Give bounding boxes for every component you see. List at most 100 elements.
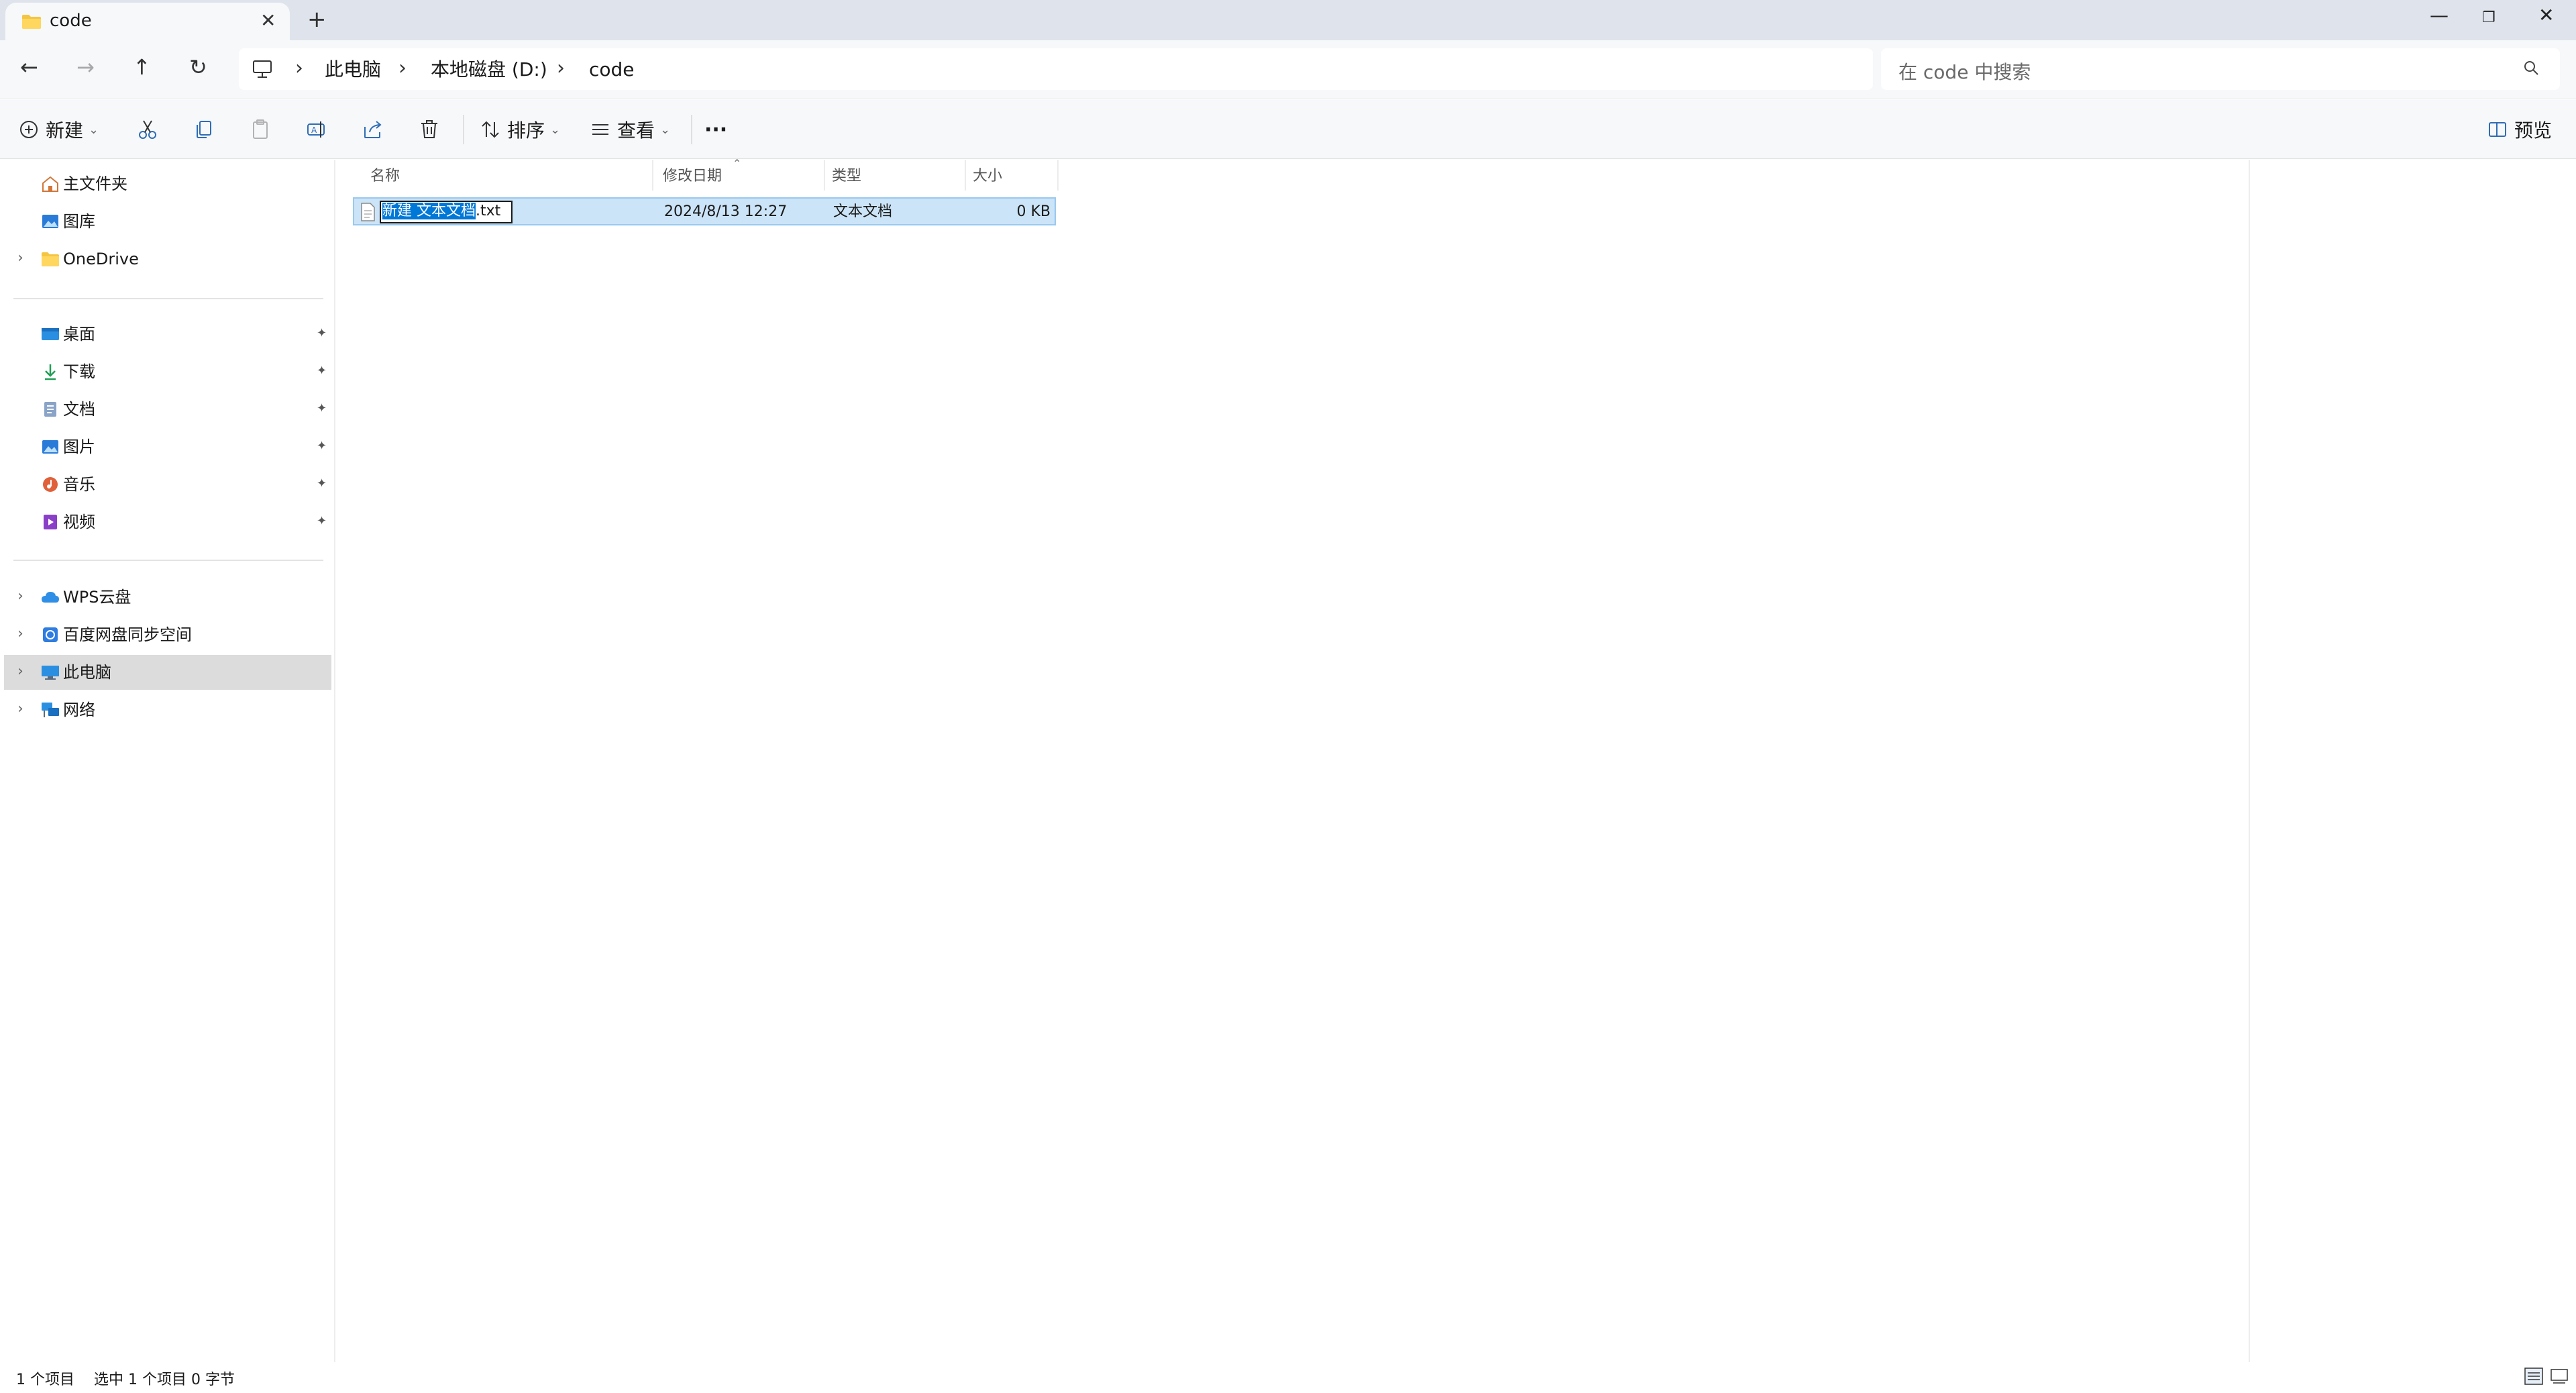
minimize-button[interactable]: — (2430, 4, 2449, 27)
breadcrumb-code[interactable]: code (589, 58, 635, 82)
scissors-icon (139, 120, 156, 139)
sidebar-item-onedrive[interactable]: › OneDrive (4, 242, 331, 276)
cloud-icon (42, 592, 59, 603)
large-icons-view-icon[interactable] (2549, 1366, 2569, 1386)
trash-icon (421, 120, 437, 138)
copy-button[interactable] (193, 116, 215, 143)
gallery-icon (42, 215, 58, 228)
cut-button[interactable] (137, 116, 158, 143)
sidebar-item-downloads[interactable]: 下载 ✦ (4, 354, 331, 389)
details-view-icon[interactable] (2524, 1366, 2544, 1386)
file-list: 名称 ⌃ 修改日期 类型 大小 新建 文本文档.txt 2024/8/13 12… (337, 157, 2249, 1362)
chevron-down-icon: ⌄ (550, 122, 561, 137)
paste-button[interactable] (250, 116, 271, 143)
sidebar-item-label: 此电脑 (63, 663, 111, 682)
new-label: 新建 (46, 119, 84, 142)
baidu-sync-icon (43, 627, 58, 642)
pin-icon[interactable]: ✦ (317, 364, 327, 378)
videos-icon (44, 515, 57, 529)
pin-icon[interactable]: ✦ (317, 514, 327, 528)
delete-button[interactable] (419, 116, 440, 143)
sidebar-item-home[interactable]: 主文件夹 (4, 166, 331, 201)
sidebar-item-videos[interactable]: 视频 ✦ (4, 505, 331, 539)
breadcrumb-drive-d[interactable]: 本地磁盘 (D:) (431, 58, 547, 82)
sort-button[interactable]: 排序 ⌄ (480, 116, 560, 143)
close-button[interactable]: ✕ (2538, 4, 2554, 27)
preview-pane (2249, 160, 2576, 1362)
column-separator[interactable] (652, 160, 653, 191)
sidebar-item-label: 主文件夹 (63, 174, 127, 193)
sidebar-item-wps-cloud[interactable]: › WPS云盘 (4, 580, 331, 615)
forward-button[interactable]: → (76, 54, 95, 81)
table-row[interactable]: 新建 文本文档.txt 2024/8/13 12:27 文本文档 0 KB (353, 197, 1056, 225)
column-header-type[interactable]: 类型 (832, 164, 861, 185)
pin-icon[interactable]: ✦ (317, 476, 327, 491)
address-row: ← → ↑ ↻ › 此电脑 › 本地磁盘 (D:) › code 在 code … (0, 40, 2576, 99)
column-separator[interactable] (965, 160, 966, 191)
sidebar-item-network[interactable]: › 网络 (4, 692, 331, 727)
status-bar: 1 个项目 选中 1 个项目 0 字节 (0, 1362, 2576, 1393)
expand-chevron-icon[interactable]: › (17, 588, 23, 605)
rename-button[interactable]: A (306, 116, 327, 143)
computer-icon (253, 60, 272, 78)
navigation-pane: 主文件夹 图库 › OneDrive 桌面 ✦ 下载 ✦ 文档 ✦ 图片 ✦ 音… (0, 160, 335, 1362)
pin-icon[interactable]: ✦ (317, 401, 327, 415)
sidebar-item-desktop[interactable]: 桌面 ✦ (4, 317, 331, 352)
item-count: 1 个项目 (16, 1372, 74, 1388)
sidebar-item-this-pc[interactable]: › 此电脑 (4, 655, 331, 690)
column-separator[interactable] (824, 160, 825, 191)
expand-chevron-icon[interactable]: › (17, 701, 23, 718)
rename-selected-text: 新建 文本文档 (382, 203, 476, 219)
toolbar-divider (691, 115, 692, 144)
sort-indicator-icon: ⌃ (733, 157, 742, 170)
sidebar-item-documents[interactable]: 文档 ✦ (4, 392, 331, 427)
expand-chevron-icon[interactable]: › (17, 663, 23, 680)
breadcrumb-separator: › (295, 56, 303, 80)
sidebar-item-label: 音乐 (63, 475, 95, 494)
view-label: 查看 (617, 119, 655, 142)
title-bar: code ✕ + — ❐ ✕ (0, 0, 2576, 40)
view-button[interactable]: 查看 ⌄ (590, 116, 670, 143)
more-options-button[interactable]: ··· (704, 116, 727, 143)
search-icon (2524, 61, 2538, 75)
sidebar-item-label: OneDrive (63, 250, 139, 268)
tab-close-button[interactable]: ✕ (260, 11, 276, 31)
pin-icon[interactable]: ✦ (317, 439, 327, 453)
new-tab-button[interactable]: + (307, 8, 327, 31)
sort-icon (482, 121, 499, 138)
new-button[interactable]: 新建 ⌄ (19, 116, 99, 143)
expand-chevron-icon[interactable]: › (17, 250, 23, 267)
address-bar[interactable]: › 此电脑 › 本地磁盘 (D:) › code (239, 48, 1873, 90)
search-input[interactable]: 在 code 中搜索 (1881, 48, 2560, 90)
rename-extension: .txt (476, 203, 501, 219)
modified-cell: 2024/8/13 12:27 (664, 203, 788, 220)
preview-button[interactable]: 预览 (2487, 116, 2552, 143)
up-button[interactable]: ↑ (133, 54, 151, 81)
rename-input[interactable]: 新建 文本文档.txt (380, 201, 513, 223)
back-button[interactable]: ← (20, 54, 38, 81)
expand-chevron-icon[interactable]: › (17, 625, 23, 643)
breadcrumb-this-pc[interactable]: 此电脑 (325, 58, 381, 82)
command-bar: 新建 ⌄ A 排序 ⌄ 查看 ⌄ ··· 预览 (0, 100, 2576, 159)
more-icon: ··· (704, 117, 728, 142)
sidebar-item-baidu-sync[interactable]: › 百度网盘同步空间 (4, 617, 331, 652)
sidebar-item-gallery[interactable]: 图库 (4, 204, 331, 239)
column-header-name[interactable]: 名称 (370, 164, 400, 185)
column-separator[interactable] (1057, 160, 1059, 191)
sidebar-item-label: 图片 (63, 437, 95, 456)
sidebar-item-music[interactable]: 音乐 ✦ (4, 467, 331, 502)
music-icon (43, 477, 58, 492)
tab-title: code (50, 11, 92, 31)
sidebar-item-pictures[interactable]: 图片 ✦ (4, 429, 331, 464)
tab-code[interactable]: code ✕ (5, 3, 290, 40)
column-header-modified[interactable]: 修改日期 (663, 164, 722, 185)
sidebar-item-label: 文档 (63, 400, 95, 419)
sidebar-item-label: 下载 (63, 362, 95, 381)
share-button[interactable] (362, 116, 384, 143)
chevron-down-icon: ⌄ (660, 122, 671, 137)
documents-icon (44, 402, 56, 417)
column-header-size[interactable]: 大小 (973, 164, 1002, 185)
refresh-button[interactable]: ↻ (189, 54, 207, 81)
pin-icon[interactable]: ✦ (317, 326, 327, 340)
restore-button[interactable]: ❐ (2482, 7, 2496, 30)
